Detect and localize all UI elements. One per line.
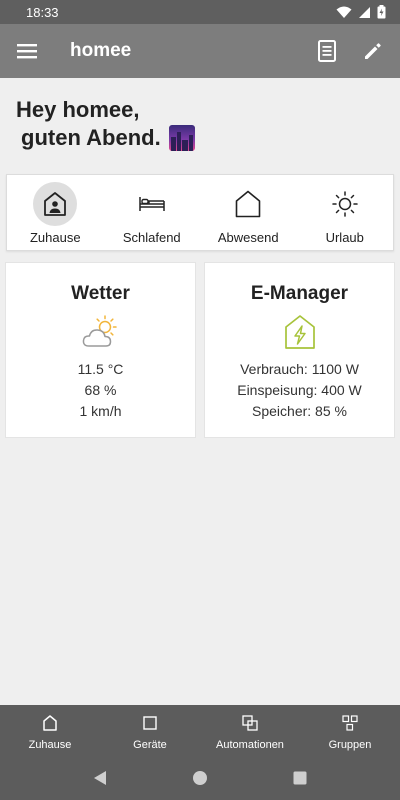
edit-icon[interactable]	[350, 24, 396, 78]
automations-icon	[242, 713, 258, 733]
energy-house-icon	[284, 313, 316, 351]
emanager-title: E-Manager	[250, 283, 349, 304]
emanager-consumption: Verbrauch: 1100 W	[240, 361, 359, 377]
menu-icon[interactable]	[0, 24, 54, 78]
weather-humidity: 68 %	[84, 382, 117, 398]
tab-label: Gruppen	[328, 739, 372, 751]
app-title: homee	[70, 40, 132, 61]
weather-title: Wetter	[71, 283, 130, 304]
home-circle-icon[interactable]	[192, 770, 208, 791]
emanager-storage: Speicher: 85 %	[252, 403, 347, 419]
greeting-line2-row: guten Abend.	[16, 124, 376, 152]
tab-gruppen[interactable]: Gruppen	[300, 705, 400, 760]
status-bar: 18:33	[0, 0, 400, 24]
status-time: 18:33	[26, 4, 59, 20]
log-icon[interactable]	[304, 24, 350, 78]
square-icon	[143, 713, 157, 733]
battery-icon	[377, 5, 386, 19]
tab-label: Geräte	[133, 739, 167, 751]
tab-zuhause[interactable]: Zuhause	[0, 705, 100, 760]
mode-abwesend[interactable]: Abwesend	[202, 175, 294, 250]
emanager-feed-in: Einspeisung: 400 W	[237, 382, 362, 398]
weather-card[interactable]: Wetter 11.5 °C 68 % 1 km/h	[5, 262, 196, 438]
mode-zuhause[interactable]: Zuhause	[9, 175, 101, 250]
partly-cloudy-icon	[82, 313, 120, 351]
night-city-emoji-icon	[168, 125, 195, 151]
status-icons	[336, 5, 386, 19]
tab-geraete[interactable]: Geräte	[100, 705, 200, 760]
mode-selector: Zuhause Schlafend Abwesend Urlaub	[6, 174, 394, 251]
greeting: Hey homee, guten Abend.	[16, 96, 376, 152]
mode-schlafend[interactable]: Schlafend	[106, 175, 198, 250]
bottom-nav: Zuhause Geräte Automationen Gruppen	[0, 705, 400, 760]
home-person-icon	[33, 182, 78, 226]
emanager-card[interactable]: E-Manager Verbrauch: 1100 W Einspeisung:…	[204, 262, 395, 438]
mode-label: Schlafend	[122, 230, 181, 245]
greeting-line2: guten Abend.	[21, 125, 161, 150]
tab-label: Zuhause	[28, 739, 72, 751]
tab-label: Automationen	[216, 739, 284, 751]
wifi-icon	[336, 6, 352, 19]
greeting-line1: Hey homee,	[16, 97, 140, 122]
back-icon[interactable]	[93, 770, 107, 791]
mode-urlaub[interactable]: Urlaub	[299, 175, 391, 250]
mode-label: Urlaub	[325, 230, 364, 245]
recents-icon[interactable]	[293, 771, 307, 790]
house-outline-icon	[226, 182, 270, 226]
tab-automationen[interactable]: Automationen	[200, 705, 300, 760]
signal-icon	[358, 6, 371, 19]
bed-icon	[130, 182, 174, 226]
weather-wind: 1 km/h	[79, 403, 122, 419]
groups-icon	[342, 713, 358, 733]
app-bar: homee	[0, 24, 400, 78]
home-icon	[43, 713, 57, 733]
weather-temperature: 11.5 °C	[77, 361, 124, 377]
mode-label: Abwesend	[217, 230, 279, 245]
sun-icon	[323, 182, 367, 226]
system-nav-bar	[0, 760, 400, 800]
mode-label: Zuhause	[29, 230, 81, 245]
